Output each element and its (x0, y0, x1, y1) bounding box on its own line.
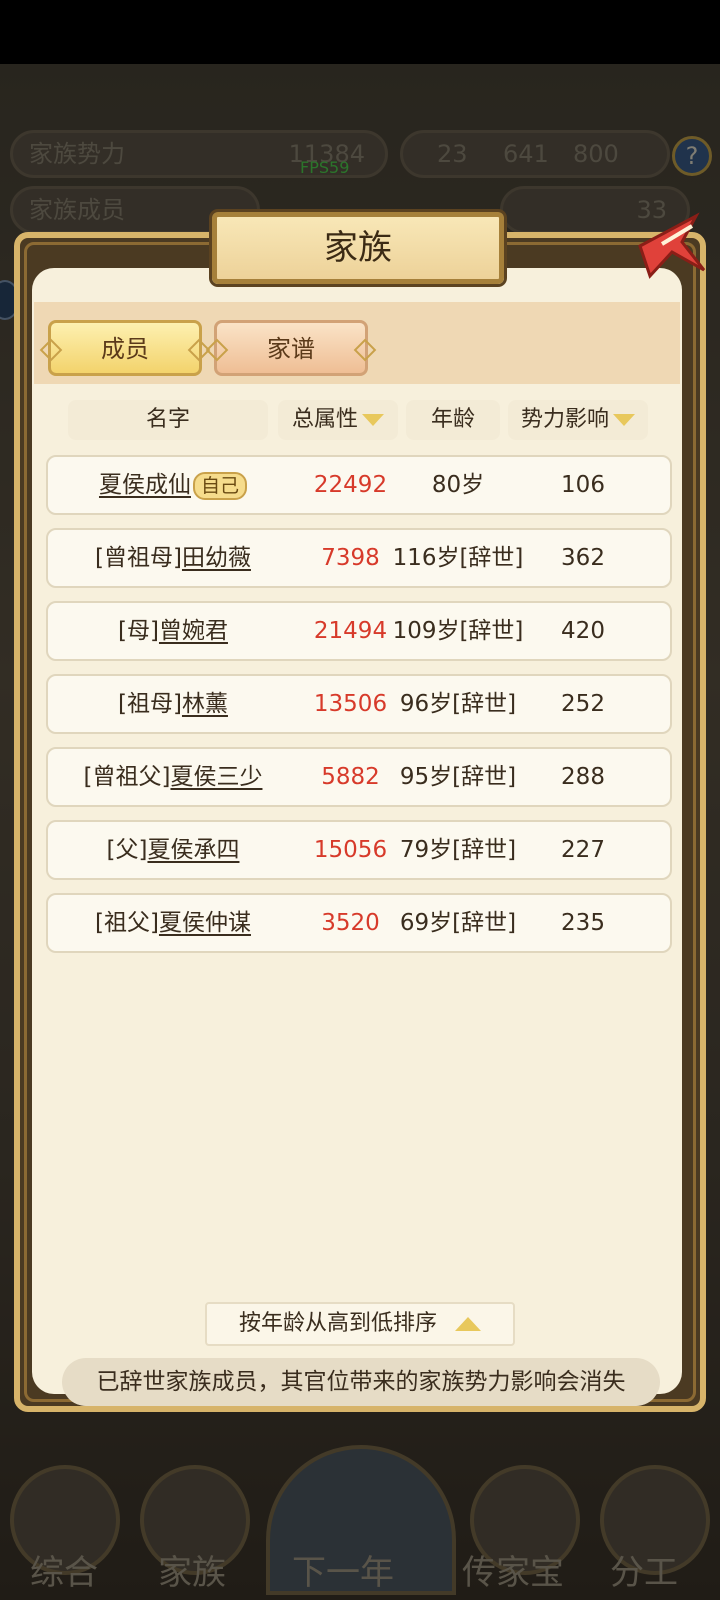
member-relation: [曾祖父] (83, 764, 171, 790)
member-name-cell: [祖父]夏侯仲谋 (48, 895, 298, 951)
sort-up-icon (455, 1317, 481, 1331)
modal-title-plate: 家族 (212, 212, 504, 284)
column-header-name-label: 名字 (145, 407, 190, 432)
member-influence: 252 (561, 691, 605, 717)
member-row[interactable]: 夏侯成仙 自己 22492 80岁 106 (46, 455, 672, 515)
member-name[interactable]: 夏侯仲谋 (159, 910, 251, 936)
member-age: 116岁[辞世] (392, 545, 524, 571)
member-name-cell: 夏侯成仙 自己 (48, 457, 298, 513)
column-header-age-label: 年龄 (430, 407, 475, 432)
member-name-cell: [曾祖父]夏侯三少 (48, 749, 298, 805)
member-name[interactable]: 夏侯三少 (170, 764, 262, 790)
member-influence: 235 (561, 910, 605, 936)
member-age: 69岁[辞世] (399, 910, 517, 936)
member-row[interactable]: [祖父]夏侯仲谋 3520 69岁[辞世] 235 (46, 893, 672, 953)
member-age: 79岁[辞世] (399, 837, 517, 863)
member-relation: [祖父] (95, 910, 159, 936)
member-influence: 288 (561, 764, 605, 790)
member-name[interactable]: 田幼薇 (182, 545, 251, 571)
column-header-age: 年龄 (406, 400, 500, 440)
member-name-cell: [曾祖母]田幼薇 (48, 530, 298, 586)
column-header-name: 名字 (68, 400, 268, 440)
member-name[interactable]: 曾婉君 (159, 618, 228, 644)
member-age: 109岁[辞世] (392, 618, 524, 644)
member-name[interactable]: 林薰 (182, 691, 228, 717)
member-influence: 227 (561, 837, 605, 863)
sort-down-icon (362, 414, 384, 426)
member-name-cell: [祖母]林薰 (48, 676, 298, 732)
column-header-influence[interactable]: 势力影响 (508, 400, 648, 440)
member-age: 95岁[辞世] (399, 764, 517, 790)
deceased-notice: 已辞世家族成员，其官位带来的家族势力影响会消失 (62, 1358, 660, 1406)
sort-by-age-button[interactable]: 按年龄从高到低排序 (205, 1302, 515, 1346)
column-header-total-attr[interactable]: 总属性 (278, 400, 398, 440)
modal-title: 家族 (324, 228, 392, 268)
member-row[interactable]: [曾祖母]田幼薇 7398 116岁[辞世] 362 (46, 528, 672, 588)
member-relation: [曾祖母] (95, 545, 182, 571)
sort-by-age-label: 按年龄从高到低排序 (238, 1311, 437, 1336)
member-name-cell: [母]曾婉君 (48, 603, 298, 659)
member-influence: 420 (561, 618, 605, 644)
member-row[interactable]: [祖母]林薰 13506 96岁[辞世] 252 (46, 674, 672, 734)
member-row[interactable]: [父]夏侯承四 15056 79岁[辞世] 227 (46, 820, 672, 880)
member-name-cell: [父]夏侯承四 (48, 822, 298, 878)
member-age: 96岁[辞世] (399, 691, 517, 717)
member-relation: [祖母] (118, 691, 182, 717)
column-header-total-attr-label: 总属性 (291, 407, 358, 432)
member-influence: 362 (561, 545, 605, 571)
member-row[interactable]: [母]曾婉君 21494 109岁[辞世] 420 (46, 601, 672, 661)
member-influence: 106 (561, 472, 605, 498)
status-bar (0, 0, 720, 64)
member-name[interactable]: 夏侯成仙 (99, 472, 191, 498)
self-tag: 自己 (192, 471, 247, 500)
member-age: 80岁 (431, 472, 485, 498)
sort-down-icon (613, 414, 635, 426)
close-icon[interactable] (632, 206, 712, 286)
tab-family-tree[interactable]: 家谱 (214, 320, 368, 376)
column-header-influence-label: 势力影响 (520, 407, 609, 432)
tab-members[interactable]: 成员 (48, 320, 202, 376)
member-row[interactable]: [曾祖父]夏侯三少 5882 95岁[辞世] 288 (46, 747, 672, 807)
member-name[interactable]: 夏侯承四 (147, 837, 239, 863)
member-relation: [母] (118, 618, 159, 644)
member-relation: [父] (106, 837, 148, 863)
